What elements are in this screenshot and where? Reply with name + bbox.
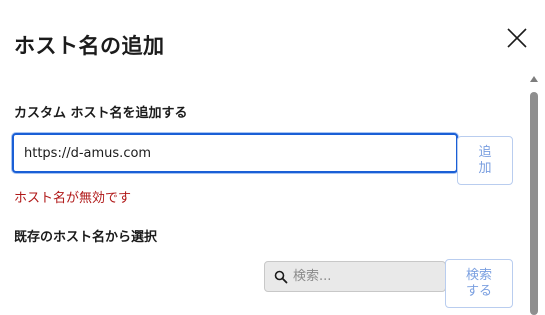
- add-button[interactable]: 追 加: [457, 136, 513, 185]
- chevron-up-icon[interactable]: [530, 76, 538, 82]
- custom-hostname-label: カスタム ホスト名を追加する: [14, 106, 188, 121]
- search-button[interactable]: 検索 する: [445, 259, 513, 308]
- hostname-field[interactable]: [12, 133, 458, 173]
- scrollbar-thumb[interactable]: [530, 92, 538, 315]
- add-hostname-dialog: ホスト名の追加 カスタム ホスト名を追加する 追 加 ホスト名が無効です 既存の…: [0, 0, 545, 315]
- vertical-scrollbar[interactable]: [527, 72, 541, 315]
- search-button-label: 検索 する: [465, 267, 492, 299]
- hostname-input[interactable]: [24, 135, 444, 171]
- search-icon: [274, 270, 288, 284]
- existing-hostname-label: 既存のホスト名から選択: [14, 230, 158, 245]
- close-icon: [507, 28, 527, 48]
- search-input[interactable]: [293, 262, 441, 291]
- dialog-title: ホスト名の追加: [14, 34, 165, 58]
- search-field[interactable]: [264, 261, 446, 292]
- close-button[interactable]: [503, 24, 531, 52]
- hostname-error-message: ホスト名が無効です: [14, 191, 132, 206]
- add-button-label: 追 加: [478, 144, 492, 176]
